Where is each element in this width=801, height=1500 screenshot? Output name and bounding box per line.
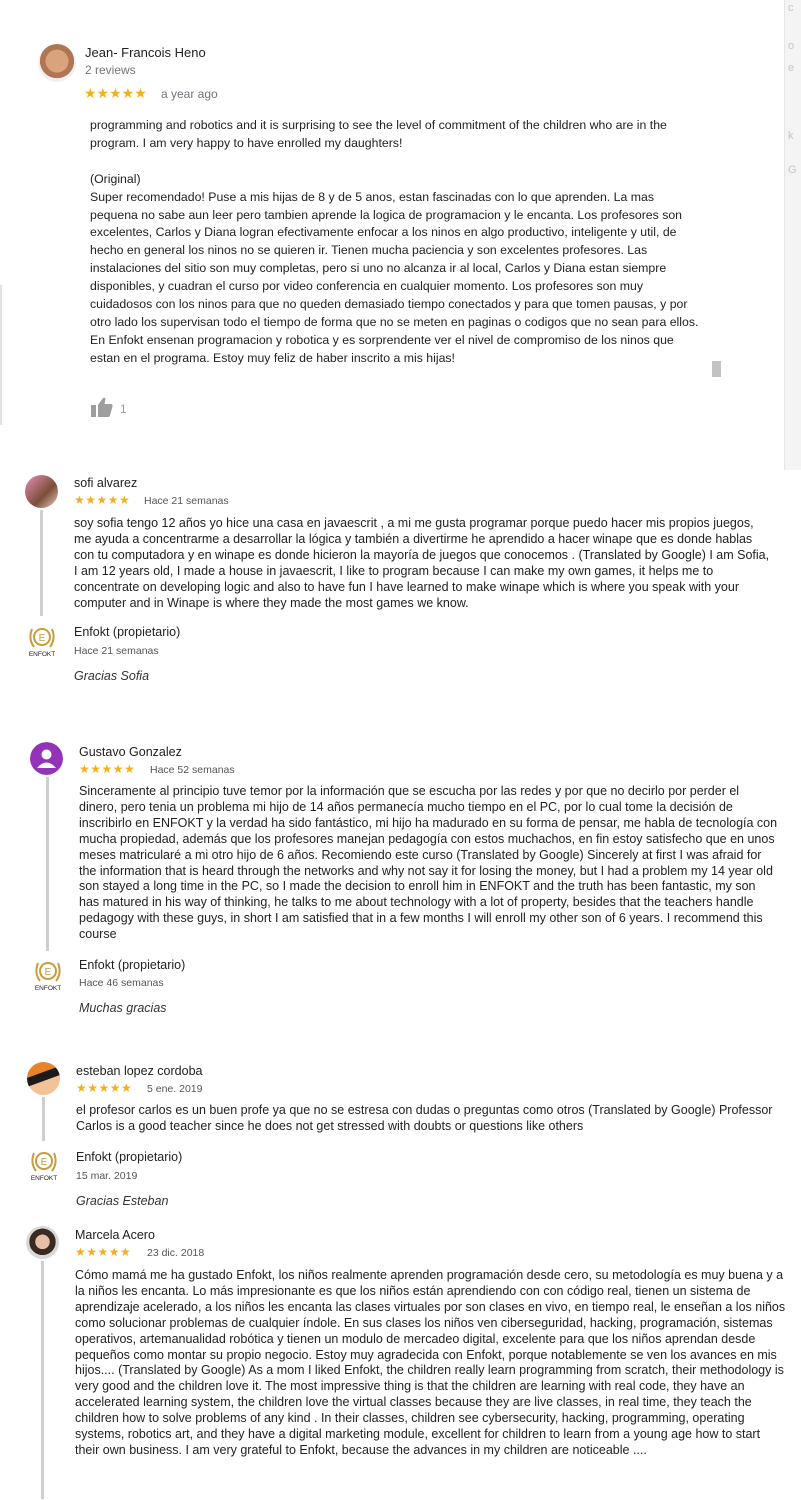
reviewer-name[interactable]: Jean- Francois Heno (85, 45, 206, 60)
thumbs-up-icon[interactable] (90, 396, 114, 418)
reviewer-name[interactable]: Gustavo Gonzalez (79, 745, 182, 759)
svg-text:ENFOKT: ENFOKT (29, 651, 55, 658)
review-date: 23 dic. 2018 (147, 1247, 205, 1259)
star-rating: ★★★★★ (76, 1081, 133, 1095)
review-text: Cómo mamá me ha gustado Enfokt, los niño… (75, 1268, 786, 1457)
owner-reply-text: Gracias Esteban (76, 1194, 169, 1208)
review-date: a year ago (161, 87, 218, 101)
enfokt-logo-icon: E ENFOKT (29, 628, 55, 658)
thread-line (46, 777, 49, 951)
owner-reply-date: Hace 46 semanas (79, 977, 164, 989)
svg-text:ENFOKT: ENFOKT (35, 985, 61, 992)
review-date: Hace 21 semanas (144, 495, 229, 507)
owner-reply-date: 15 mar. 2019 (76, 1170, 138, 1182)
reviewer-avatar[interactable] (30, 742, 63, 775)
review-text: programming and robotics and it is surpr… (90, 117, 705, 368)
review-text: el profesor carlos es un buen profe ya q… (76, 1103, 773, 1133)
owner-name[interactable]: Enfokt (propietario) (76, 1150, 182, 1164)
thread-line (42, 1097, 45, 1141)
review-card-esteban: esteban lopez cordoba ★★★★★ 5 ene. 2019 … (0, 1057, 801, 1217)
like-count: 1 (120, 402, 127, 416)
reviewer-name[interactable]: Marcela Acero (75, 1228, 155, 1242)
star-rating: ★★★★★ (74, 493, 131, 507)
enfokt-logo-icon: E ENFOKT (31, 1152, 57, 1182)
owner-reply-date: Hace 21 semanas (74, 645, 159, 657)
svg-text:ENFOKT: ENFOKT (31, 1175, 57, 1182)
reviewer-name[interactable]: sofi alvarez (74, 476, 137, 490)
reviewer-name[interactable]: esteban lopez cordoba (76, 1064, 202, 1078)
review-text-body: programming and robotics and it is surpr… (90, 118, 699, 365)
reviewer-review-count[interactable]: 2 reviews (85, 63, 136, 77)
owner-reply-text: Muchas gracias (79, 1001, 167, 1015)
left-edge-mark (0, 285, 2, 425)
star-rating: ★★★★★ (79, 762, 136, 776)
reviewer-avatar[interactable] (27, 1062, 60, 1095)
review-card-jean-francois: Jean- Francois Heno 2 reviews ★★★★★ a ye… (0, 0, 786, 470)
reviewer-avatar[interactable] (38, 44, 76, 82)
review-card-sofi: sofi alvarez ★★★★★ Hace 21 semanas soy s… (0, 470, 801, 700)
review-date: 5 ene. 2019 (147, 1083, 203, 1095)
side-panel-edge: c o e k G (784, 0, 801, 470)
reviewer-avatar[interactable] (26, 1226, 59, 1259)
thread-line (41, 1261, 44, 1499)
review-text: soy sofia tengo 12 años yo hice una casa… (74, 516, 770, 610)
owner-name[interactable]: Enfokt (propietario) (79, 958, 185, 972)
svg-text:E: E (45, 967, 52, 978)
star-rating: ★★★★★ (75, 1245, 132, 1259)
review-card-gustavo: Gustavo Gonzalez ★★★★★ Hace 52 semanas S… (0, 737, 801, 1037)
enfokt-logo-icon: E ENFOKT (35, 962, 61, 992)
thread-line (40, 510, 43, 616)
review-card-marcela: Marcela Acero ★★★★★ 23 dic. 2018 Cómo ma… (0, 1221, 801, 1500)
scrollbar-thumb[interactable] (712, 361, 721, 377)
review-text: Sinceramente al principio tuve temor por… (79, 784, 778, 942)
svg-text:E: E (41, 1157, 48, 1168)
owner-reply-text: Gracias Sofia (74, 669, 150, 683)
star-rating: ★★★★★ (84, 85, 147, 101)
reviewer-avatar[interactable] (25, 475, 58, 508)
review-date: Hace 52 semanas (150, 764, 235, 776)
svg-text:E: E (39, 633, 46, 644)
owner-name[interactable]: Enfokt (propietario) (74, 625, 180, 639)
